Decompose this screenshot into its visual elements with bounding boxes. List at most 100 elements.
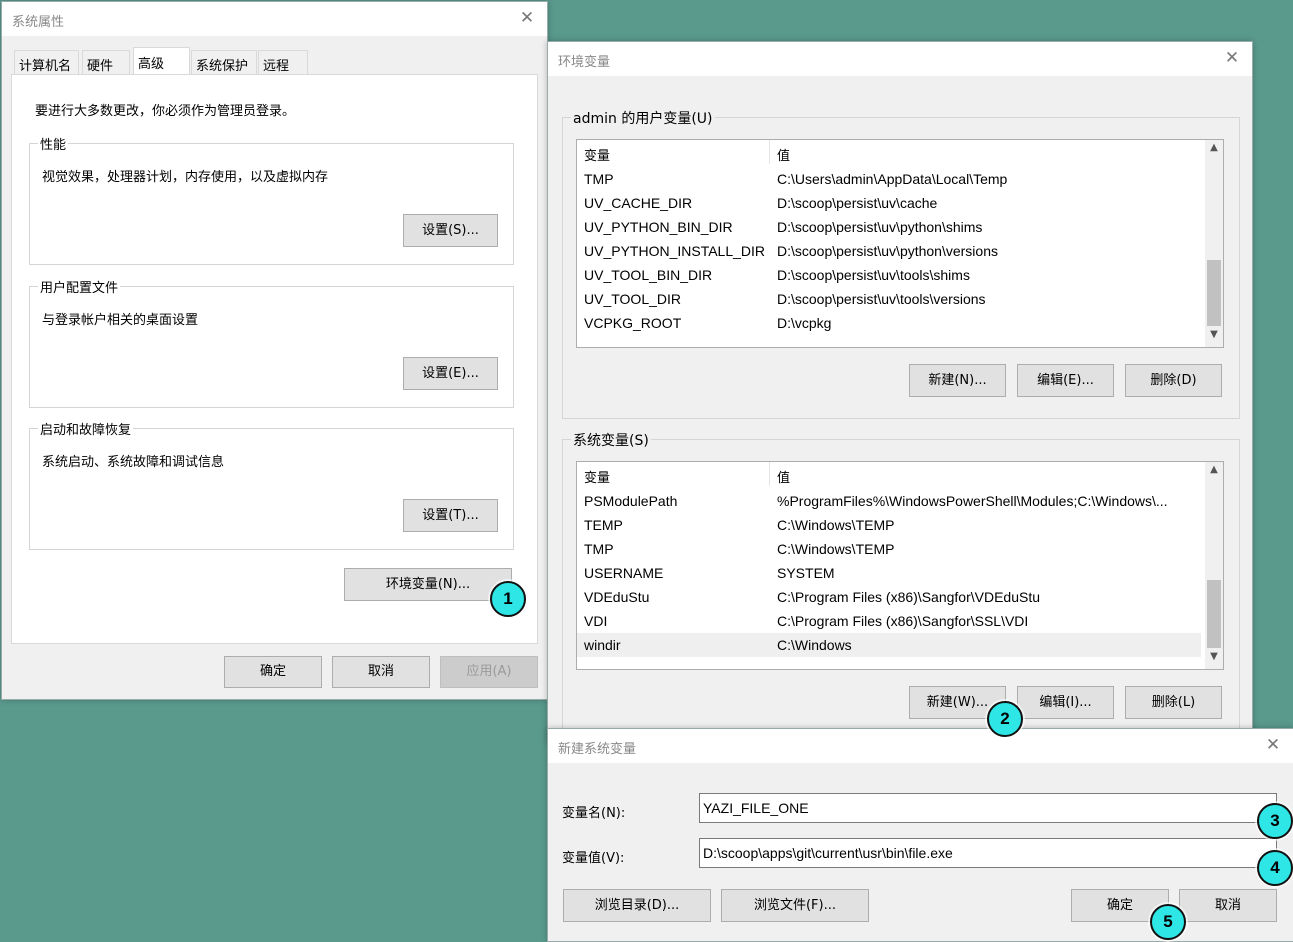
window-title: 新建系统变量 (558, 742, 637, 757)
close-icon[interactable]: ✕ (1263, 735, 1283, 755)
column-header-value[interactable]: 值 (777, 145, 790, 164)
browse-file-button[interactable]: 浏览文件(F)... (721, 889, 869, 922)
var-value: C:\Windows\TEMP (777, 541, 895, 557)
group-label: 系统变量(S) (571, 430, 651, 450)
group-label: admin 的用户变量(U) (571, 108, 715, 128)
group-description: 视觉效果，处理器计划，内存使用，以及虚拟内存 (42, 170, 329, 185)
var-value: C:\Program Files (x86)\Sangfor\VDEduStu (777, 589, 1040, 605)
environment-variables-button[interactable]: 环境变量(N)... (344, 568, 512, 601)
var-name: USERNAME (584, 565, 664, 581)
variable-name-label: 变量名(N): (562, 806, 626, 821)
var-name: UV_CACHE_DIR (584, 195, 693, 211)
scrollbar[interactable]: ▲ ▼ (1205, 140, 1223, 347)
scrollbar[interactable]: ▲ ▼ (1205, 462, 1223, 669)
system-edit-button[interactable]: 编辑(I)... (1017, 686, 1114, 719)
step-badge-4: 4 (1257, 850, 1293, 886)
window-title: 系统属性 (12, 15, 65, 30)
var-value: D:\scoop\persist\uv\python\versions (777, 243, 998, 259)
close-icon[interactable]: ✕ (517, 8, 537, 28)
scroll-up-icon[interactable]: ▲ (1205, 464, 1223, 480)
group-description: 与登录帐户相关的桌面设置 (42, 313, 199, 328)
system-variables-list[interactable]: 变量 值 PSModulePath %ProgramFiles%\WindowsP… (576, 461, 1224, 670)
list-item[interactable]: UV_TOOL_DIR D:\scoop\persist\uv\tools\ver… (577, 287, 1201, 311)
environment-variables-window: 环境变量 ✕ admin 的用户变量(U) 变量 值 TMP C:\Users\a… (547, 41, 1253, 743)
user-edit-button[interactable]: 编辑(E)... (1017, 364, 1114, 397)
var-name: UV_PYTHON_INSTALL_DIR (584, 243, 766, 259)
scroll-down-icon[interactable]: ▼ (1205, 329, 1223, 345)
tab-computer-name[interactable]: 计算机名 (14, 50, 79, 74)
title-bar: 环境变量 ✕ (548, 42, 1252, 76)
step-badge-2: 2 (987, 701, 1023, 737)
tab-advanced[interactable]: 高级 (133, 47, 190, 75)
var-name: TMP (584, 171, 614, 187)
var-name: UV_PYTHON_BIN_DIR (584, 219, 733, 235)
column-header-variable[interactable]: 变量 (584, 467, 610, 486)
performance-settings-button[interactable]: 设置(S)... (403, 214, 498, 247)
cancel-button[interactable]: 取消 (332, 656, 430, 688)
list-item[interactable]: UV_CACHE_DIR D:\scoop\persist\uv\cache (577, 191, 1201, 215)
var-name: VCPKG_ROOT (584, 315, 682, 331)
list-item[interactable]: PSModulePath %ProgramFiles%\WindowsPowerS… (577, 489, 1201, 513)
apply-button[interactable]: 应用(A) (440, 656, 538, 688)
user-new-button[interactable]: 新建(N)... (909, 364, 1006, 397)
step-badge-1: 1 (490, 581, 526, 617)
browse-directory-button[interactable]: 浏览目录(D)... (563, 889, 711, 922)
scroll-thumb[interactable] (1207, 580, 1221, 648)
list-item[interactable]: TMP C:\Windows\TEMP (577, 537, 1201, 561)
column-header-variable[interactable]: 变量 (584, 145, 610, 164)
var-value: D:\scoop\persist\uv\tools\versions (777, 291, 986, 307)
variable-name-field[interactable] (699, 793, 1277, 823)
variable-value-field[interactable] (699, 838, 1277, 868)
startup-recovery-group: 启动和故障恢复 系统启动、系统故障和调试信息 设置(T)... (29, 419, 514, 550)
ok-button[interactable]: 确定 (224, 656, 322, 688)
tab-system-protection[interactable]: 系统保护 (191, 50, 257, 74)
user-profile-group: 用户配置文件 与登录帐户相关的桌面设置 设置(E)... (29, 277, 514, 408)
scroll-up-icon[interactable]: ▲ (1205, 142, 1223, 158)
tab-panel: 要进行大多数更改，你必须作为管理员登录。 性能 视觉效果，处理器计划，内存使用，… (11, 74, 538, 644)
column-header-value[interactable]: 值 (777, 467, 790, 486)
step-badge-3: 3 (1257, 803, 1293, 839)
system-properties-window: 系统属性 ✕ 计算机名 硬件 高级 系统保护 远程 要进行大多数更改，你必须作为… (1, 1, 548, 700)
tab-remote[interactable]: 远程 (258, 50, 308, 74)
var-value: %ProgramFiles%\WindowsPowerShell\Modules… (777, 493, 1168, 509)
list-item[interactable]: VDEduStu C:\Program Files (x86)\Sangfor\V… (577, 585, 1201, 609)
list-item[interactable]: VDI C:\Program Files (x86)\Sangfor\SSL\VD… (577, 609, 1201, 633)
var-name: VDEduStu (584, 589, 650, 605)
startup-settings-button[interactable]: 设置(T)... (403, 499, 498, 532)
var-value: D:\scoop\persist\uv\tools\shims (777, 267, 970, 283)
var-value: C:\Users\admin\AppData\Local\Temp (777, 171, 1008, 187)
window-title: 环境变量 (558, 55, 611, 70)
tab-hardware[interactable]: 硬件 (82, 50, 130, 74)
group-label: 性能 (38, 134, 69, 153)
var-name: windir (584, 637, 621, 653)
var-name: TMP (584, 541, 614, 557)
system-delete-button[interactable]: 删除(L) (1125, 686, 1222, 719)
profile-settings-button[interactable]: 设置(E)... (403, 357, 498, 390)
var-value: D:\scoop\persist\uv\cache (777, 195, 938, 211)
variable-value-label: 变量值(V): (562, 851, 625, 866)
scroll-thumb[interactable] (1207, 260, 1221, 326)
list-item[interactable]: VCPKG_ROOT D:\vcpkg (577, 311, 1201, 335)
list-item[interactable]: TMP C:\Users\admin\AppData\Local\Temp (577, 167, 1201, 191)
list-header: 变量 值 (577, 462, 1203, 486)
var-value: SYSTEM (777, 565, 835, 581)
list-item[interactable]: windir C:\Windows (577, 633, 1201, 657)
var-name: VDI (584, 613, 608, 629)
user-delete-button[interactable]: 删除(D) (1125, 364, 1222, 397)
list-item[interactable]: TEMP C:\Windows\TEMP (577, 513, 1201, 537)
list-item[interactable]: UV_TOOL_BIN_DIR D:\scoop\persist\uv\tools… (577, 263, 1201, 287)
user-variables-list[interactable]: 变量 值 TMP C:\Users\admin\AppData\Local\Tem… (576, 139, 1224, 348)
admin-note: 要进行大多数更改，你必须作为管理员登录。 (35, 104, 296, 119)
cancel-button[interactable]: 取消 (1179, 889, 1277, 922)
title-bar: 新建系统变量 ✕ (548, 729, 1293, 763)
title-bar: 系统属性 ✕ (2, 2, 547, 36)
close-icon[interactable]: ✕ (1222, 48, 1242, 68)
var-value: C:\Windows\TEMP (777, 517, 895, 533)
list-header: 变量 值 (577, 140, 1203, 164)
list-item[interactable]: USERNAME SYSTEM (577, 561, 1201, 585)
column-separator (769, 140, 770, 164)
scroll-down-icon[interactable]: ▼ (1205, 651, 1223, 667)
list-item[interactable]: UV_PYTHON_INSTALL_DIR D:\scoop\persist\uv… (577, 239, 1201, 263)
group-label: 启动和故障恢复 (38, 419, 134, 438)
list-item[interactable]: UV_PYTHON_BIN_DIR D:\scoop\persist\uv\pyt… (577, 215, 1201, 239)
